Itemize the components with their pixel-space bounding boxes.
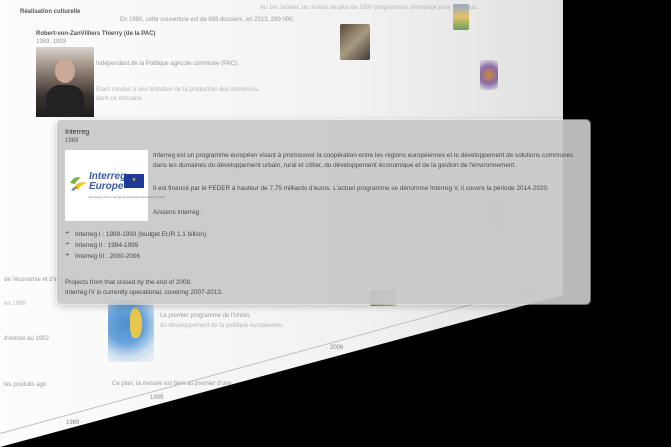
bg-thumbnail	[453, 4, 469, 30]
bg-left-text: les produits agri	[4, 382, 47, 388]
timeline-axis	[0, 285, 541, 434]
bg-map-caption: du développement de la politique europée…	[160, 323, 284, 329]
interreg-europe-logo: Interreg Europe ★ European Union | Europ…	[65, 150, 165, 221]
logo-wordmark: Interreg Europe	[89, 172, 126, 191]
bg-profile-text: Indépendant de la Politique agricole com…	[96, 61, 239, 67]
axis-year-label: 2006	[330, 345, 344, 351]
program-text: Interreg II : 1994-1999	[75, 242, 139, 249]
bg-ghost-line: En 1990, cette couverture est de 888 dos…	[120, 17, 295, 23]
bullet-icon: ➜	[65, 241, 70, 247]
portrait-image	[36, 47, 94, 117]
list-item: ➜ Interreg II : 1994-1999	[65, 241, 206, 252]
bg-thumbnail	[480, 60, 498, 90]
card-paragraph: Il est financé par le FEDER à hauteur de…	[153, 185, 549, 192]
bullet-icon: ➜	[65, 230, 70, 236]
eu-flag-icon: ★	[124, 174, 144, 188]
bg-map-caption: Le premier programme de l'Union,	[160, 313, 251, 319]
logo-word-bottom: Europe	[89, 180, 124, 192]
card-note: Interreg IV is currently operational, co…	[65, 289, 223, 296]
bg-profile-text: dans ce domaine.	[96, 96, 144, 102]
list-item: ➜ Interreg III : 2000-2006	[65, 252, 206, 263]
list-item: ➜ Interreg I : 1989-1993 (budget EUR 1.1 …	[65, 230, 206, 241]
program-text: Interreg III : 2000-2006	[75, 253, 141, 260]
bg-thumbnail	[340, 24, 370, 60]
bg-left-text: d'entrée au 1992	[4, 336, 49, 342]
bg-header-text: Réalisation culturelle	[20, 9, 81, 15]
card-year: 1989	[65, 138, 79, 144]
interreg-detail-card[interactable]: Interreg 1989 Interreg Europe ★ European…	[57, 120, 590, 304]
bg-ghost-line: Au 1er Janvier, un réseau de plus de 100…	[260, 5, 478, 11]
program-text: Interreg I : 1989-1993 (budget EUR 1.1 b…	[75, 231, 207, 238]
axis-year-label: 1989	[66, 420, 80, 426]
card-note: Projects from that closed by the end of …	[65, 279, 192, 286]
program-list: ➜ Interreg I : 1989-1993 (budget EUR 1.1 …	[65, 230, 206, 263]
europe-map-thumbnail	[108, 300, 154, 362]
axis-year-label: 1999	[150, 395, 164, 401]
logo-tagline: European Union | European Regional Devel…	[89, 195, 165, 199]
interreg-swoosh-icon	[70, 177, 87, 191]
bg-left-text: en 1990	[4, 301, 26, 307]
card-paragraph: Interreg est un programme européen visan…	[153, 152, 574, 169]
anciens-label: Anciens interreg :	[153, 209, 203, 216]
bullet-icon: ➜	[65, 252, 70, 258]
